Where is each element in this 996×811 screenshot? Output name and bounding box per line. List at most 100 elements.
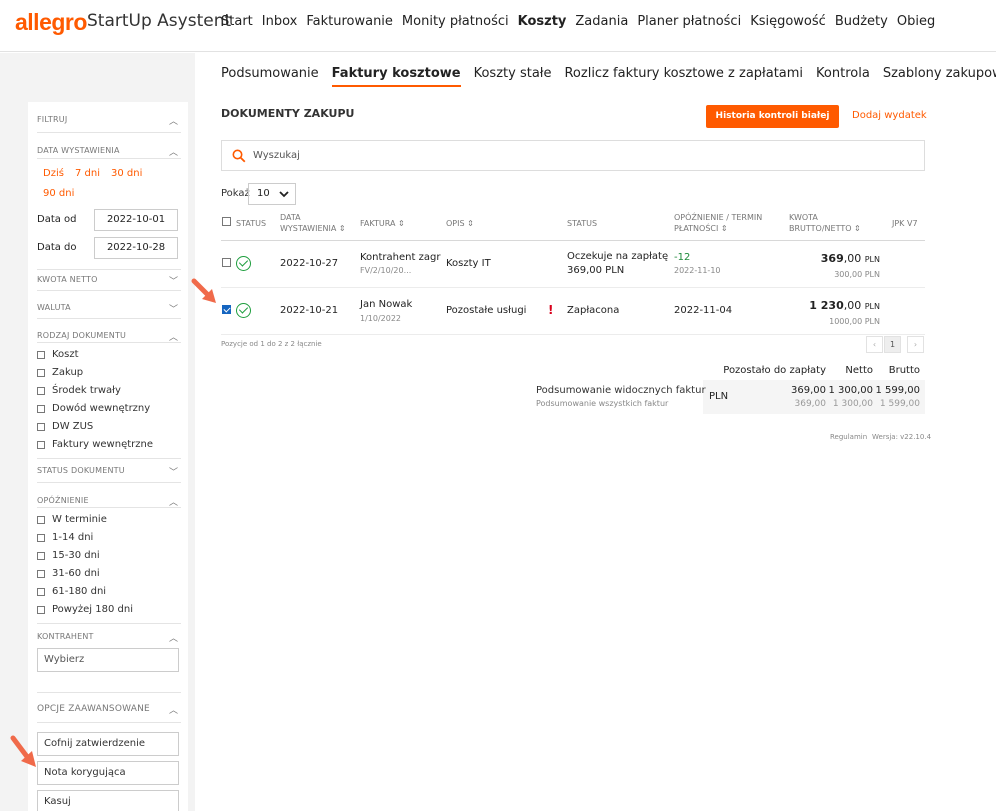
status-section-title[interactable]: STATUS DOKUMENTU [37,466,125,475]
allegro-logo[interactable]: allegro [15,9,87,36]
row-state-amount: 369,00 PLN [567,265,625,276]
add-expense-link[interactable]: Dodaj wydatek [852,110,927,121]
prev-page-button[interactable]: ‹ [866,336,883,353]
doctype-option[interactable]: DW ZUS [37,421,93,432]
tab-faktury-kosztowe[interactable]: Faktury kosztowe [331,66,461,87]
row-checkbox[interactable] [222,258,231,267]
sum-col-remaining: Pozostało do zapłaty [723,365,826,376]
chevron-up-icon[interactable]: ︿ [169,631,178,644]
quick-date-30[interactable]: 30 dni [111,168,142,179]
checkbox[interactable] [37,551,45,560]
page-1-button[interactable]: 1 [884,336,901,353]
checkbox[interactable] [37,350,45,359]
currency-section-title[interactable]: WALUTA [37,303,71,312]
nav-koszty[interactable]: Koszty [518,14,567,29]
next-page-button[interactable]: › [907,336,924,353]
checkbox[interactable] [37,368,45,377]
divider [37,458,181,459]
col-date[interactable]: DATA WYSTAWIENIA ⇕ [280,212,346,234]
correction-note-button[interactable]: Nota korygująca [37,761,179,785]
tab-podsumowanie[interactable]: Podsumowanie [221,66,319,87]
nav-zadania[interactable]: Zadania [575,14,628,29]
nav-budzety[interactable]: Budżety [835,14,888,29]
divider [37,269,181,270]
col-amount[interactable]: KWOTA BRUTTO/NETTO ⇕ [789,212,861,234]
checkbox[interactable] [37,440,45,449]
option-label: 61-180 dni [52,586,107,597]
undo-approval-button[interactable]: Cofnij zatwierdzenie [37,732,179,756]
row-date: 2022-10-21 [280,305,339,316]
checkbox[interactable] [37,605,45,614]
tab-koszty-stale[interactable]: Koszty stałe [474,66,552,87]
gross-int: 369 [820,252,844,265]
doctype-option[interactable]: Środek trwały [37,385,121,396]
quick-date-7[interactable]: 7 dni [75,168,100,179]
checkbox[interactable] [37,515,45,524]
select-all-checkbox[interactable] [222,217,231,226]
option-label: Faktury wewnętrzne [52,439,153,450]
quick-date-90[interactable]: 90 dni [43,188,74,199]
chevron-down-icon[interactable]: ﹀ [169,274,178,287]
checkbox[interactable] [37,533,45,542]
advanced-section-title: OPCJE ZAAWANSOWANE [37,704,150,714]
date-from-input[interactable]: 2022-10-01 [94,209,178,231]
checkbox[interactable] [37,587,45,596]
row-contractor[interactable]: Jan Nowak [360,299,412,310]
checkbox[interactable] [37,386,45,395]
row-checkbox[interactable] [222,305,231,314]
checkbox[interactable] [37,404,45,413]
delay-option[interactable]: 31-60 dni [37,568,100,579]
search-input[interactable]: Wyszukaj [253,150,300,161]
col-jpk[interactable]: JPK V7 [892,218,918,229]
date-to-input[interactable]: 2022-10-28 [94,237,178,259]
search-box[interactable]: Wyszukaj [221,140,925,171]
col-status[interactable]: STATUS [236,218,266,229]
doctype-option[interactable]: Dowód wewnętrzny [37,403,150,414]
nav-monity[interactable]: Monity płatności [402,14,509,29]
chevron-up-icon[interactable]: ︿ [169,703,178,716]
doctype-option[interactable]: Koszt [37,349,79,360]
nav-inbox[interactable]: Inbox [262,14,298,29]
delay-option[interactable]: 15-30 dni [37,550,100,561]
nav-start[interactable]: Start [221,14,253,29]
chevron-down-icon[interactable]: ﹀ [169,465,178,478]
doctype-option[interactable]: Zakup [37,367,83,378]
row-contractor[interactable]: Kontrahent zagr [360,252,440,263]
row-invoice-no[interactable]: FV/2/10/20... [360,266,411,275]
option-label: 1-14 dni [52,532,94,543]
sum-all-gross: 1 599,00 [879,399,920,409]
delay-option[interactable]: 1-14 dni [37,532,93,543]
chevron-up-icon[interactable]: ︿ [169,145,178,158]
nav-ksiegowosc[interactable]: Księgowość [750,14,826,29]
chevron-down-icon[interactable]: ﹀ [169,302,178,315]
tab-szablony[interactable]: Szablony zakupowe [883,66,996,87]
option-label: Środek trwały [52,385,121,396]
checkbox[interactable] [37,422,45,431]
option-label: DW ZUS [52,421,94,432]
col-invoice[interactable]: FAKTURA ⇕ [360,218,405,229]
nav-obieg[interactable]: Obieg [897,14,935,29]
tab-rozlicz[interactable]: Rozlicz faktury kosztowe z zapłatami [564,66,803,87]
contractor-select[interactable]: Wybierz [37,648,179,672]
doctype-option[interactable]: Faktury wewnętrzne [37,439,153,450]
history-button[interactable]: Historia kontroli białej listy [706,105,839,144]
delay-option[interactable]: Powyżej 180 dni [37,604,133,615]
col-desc[interactable]: OPIS ⇕ [446,218,474,229]
col-state[interactable]: STATUS [567,218,597,229]
row-invoice-no[interactable]: 1/10/2022 [360,314,401,323]
gross-int: 1 230 [809,299,844,312]
terms-link[interactable]: Regulamin [830,433,867,441]
checkbox[interactable] [37,569,45,578]
divider [37,482,181,483]
delay-option[interactable]: 61-180 dni [37,586,106,597]
delete-button[interactable]: Kasuj [37,790,179,811]
amount-section-title[interactable]: KWOTA NETTO [37,275,98,284]
chevron-up-icon[interactable]: ︿ [169,114,178,127]
nav-planer[interactable]: Planer płatności [637,14,741,29]
col-delay[interactable]: OPÓŹNIENIE / TERMIN PŁATNOŚCI ⇕ [674,212,762,234]
tab-kontrola[interactable]: Kontrola [816,66,870,87]
page-size-select[interactable]: 10 [248,183,296,205]
delay-option[interactable]: W terminie [37,514,107,525]
nav-fakturowanie[interactable]: Fakturowanie [306,14,393,29]
quick-date-today[interactable]: Dziś [43,168,64,179]
